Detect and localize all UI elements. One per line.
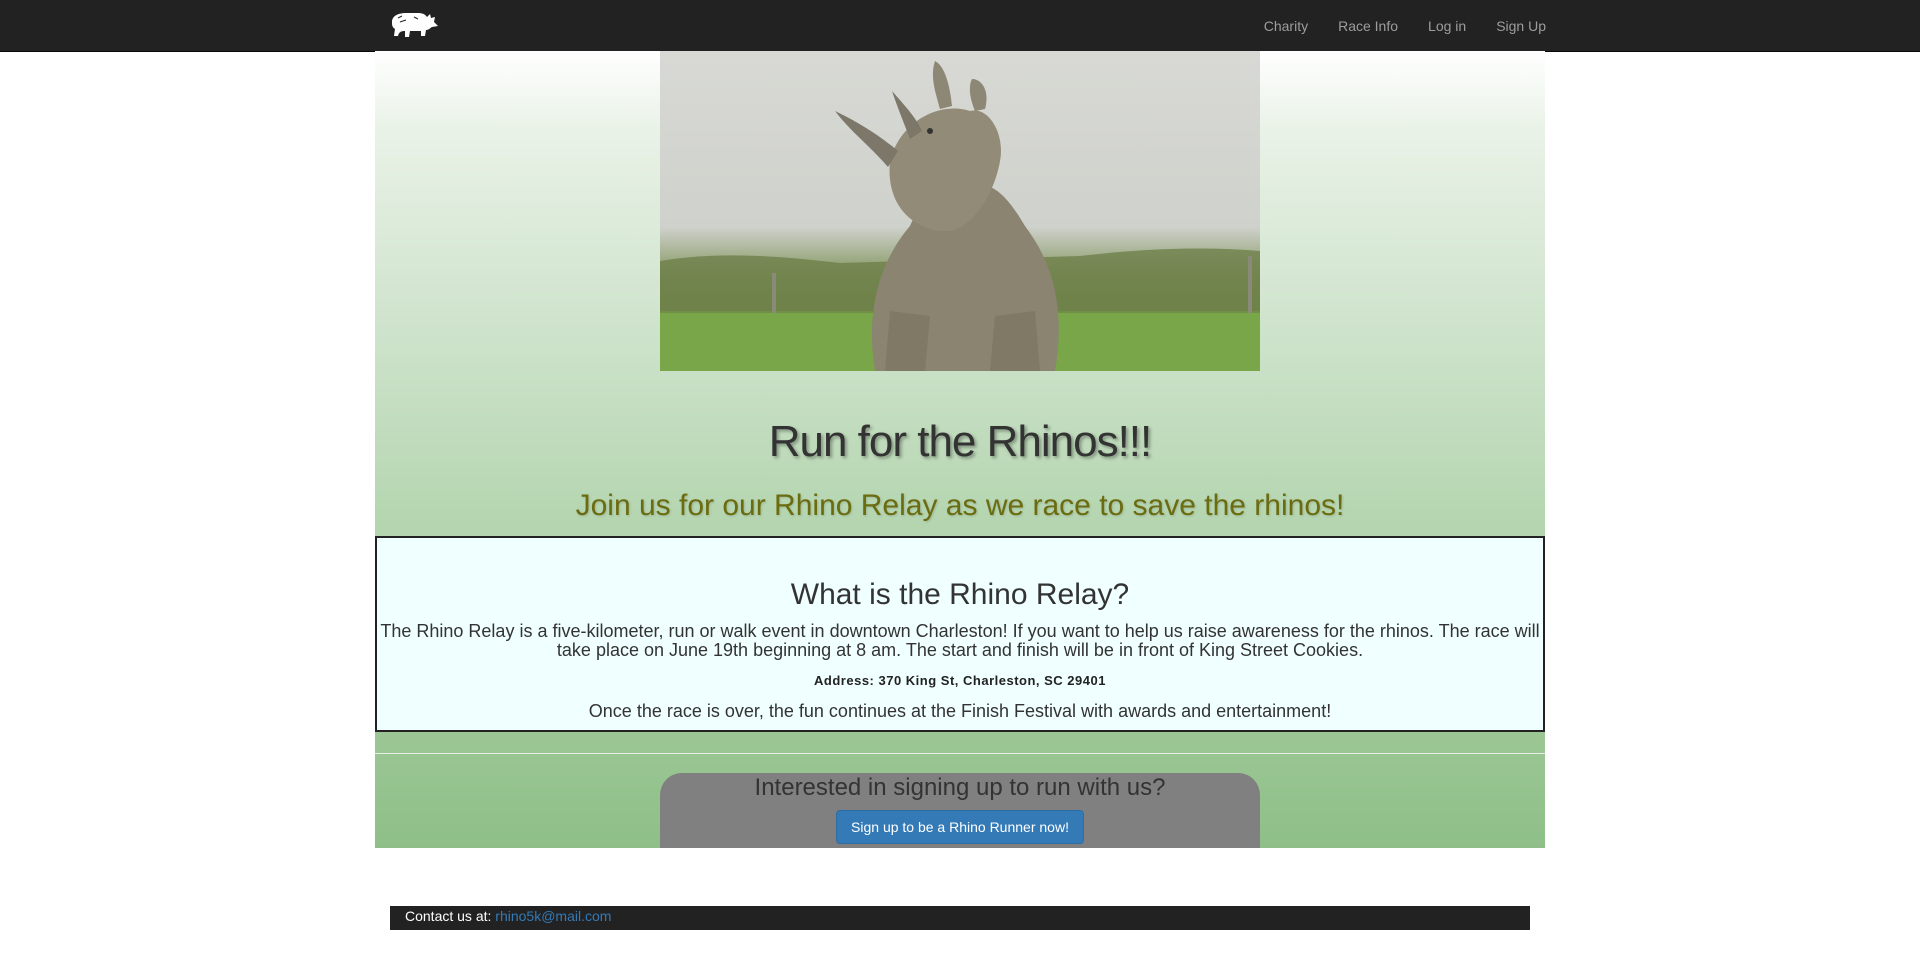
info-address: Address: 370 King St, Charleston, SC 294… xyxy=(814,673,1106,688)
nav-links: Charity Race Info Log in Sign Up xyxy=(1234,0,1546,51)
info-box: What is the Rhino Relay? The Rhino Relay… xyxy=(375,536,1545,732)
signup-panel: Interested in signing up to run with us?… xyxy=(660,773,1260,848)
footer-email-link[interactable]: rhino5k@mail.com xyxy=(495,908,611,924)
footer: Contact us at: rhino5k@mail.com xyxy=(390,906,1530,930)
divider xyxy=(375,753,1545,754)
nav-race-info[interactable]: Race Info xyxy=(1338,18,1398,34)
top-navbar: Charity Race Info Log in Sign Up xyxy=(0,0,1920,52)
hero-section: Run for the Rhinos!!! Join us for our Rh… xyxy=(375,51,1545,848)
info-after: Once the race is over, the fun continues… xyxy=(588,701,1332,721)
footer-contact-label: Contact us at: xyxy=(405,908,496,924)
rhino-photo xyxy=(660,51,1260,371)
rhino-logo-icon[interactable] xyxy=(388,8,440,40)
page-subtitle: Join us for our Rhino Relay as we race t… xyxy=(575,489,1345,522)
nav-charity[interactable]: Charity xyxy=(1264,18,1308,34)
signup-button[interactable]: Sign up to be a Rhino Runner now! xyxy=(836,810,1084,844)
signup-heading: Interested in signing up to run with us? xyxy=(754,774,1166,801)
info-heading: What is the Rhino Relay? xyxy=(790,578,1130,611)
info-description: The Rhino Relay is a five-kilometer, run… xyxy=(380,621,1540,660)
nav-log-in[interactable]: Log in xyxy=(1428,18,1466,34)
nav-sign-up[interactable]: Sign Up xyxy=(1496,18,1546,34)
page-title: Run for the Rhinos!!! xyxy=(768,417,1153,466)
